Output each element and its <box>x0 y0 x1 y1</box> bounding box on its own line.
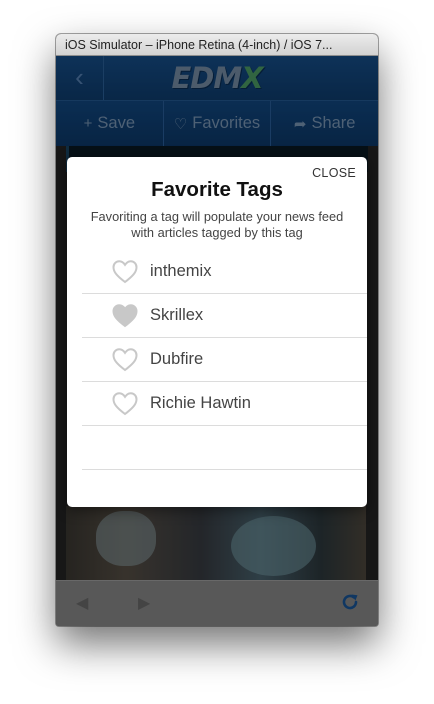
favorite-tags-modal: CLOSE Favorite Tags Favoriting a tag wil… <box>67 157 367 507</box>
tag-row[interactable]: Skrillex <box>82 294 367 338</box>
modal-title: Favorite Tags <box>151 178 283 201</box>
phone-screen: ‹ EDMX + Save ♡ Favorites ➦ Share ◀ ▶ CL… <box>56 56 378 626</box>
heart-outline-icon[interactable] <box>111 258 139 286</box>
heart-outline-icon[interactable] <box>111 346 139 374</box>
heart-filled-icon[interactable] <box>111 302 139 330</box>
tag-label: Richie Hawtin <box>150 394 251 412</box>
tag-row[interactable]: Richie Hawtin <box>82 382 367 426</box>
tag-list: inthemix Skrillex Dubfire Richie Hawtin <box>82 250 367 470</box>
window-title: iOS Simulator – iPhone Retina (4-inch) /… <box>56 34 378 56</box>
tag-label: Dubfire <box>150 350 204 368</box>
simulator-window: iOS Simulator – iPhone Retina (4-inch) /… <box>56 34 378 626</box>
tag-label: inthemix <box>150 262 212 280</box>
modal-description: Favoriting a tag will populate your news… <box>90 209 344 240</box>
tag-row[interactable]: Dubfire <box>82 338 367 382</box>
tag-row[interactable]: inthemix <box>82 250 367 294</box>
tag-label: Skrillex <box>150 306 204 324</box>
empty-row <box>82 426 367 470</box>
heart-outline-icon[interactable] <box>111 390 139 418</box>
